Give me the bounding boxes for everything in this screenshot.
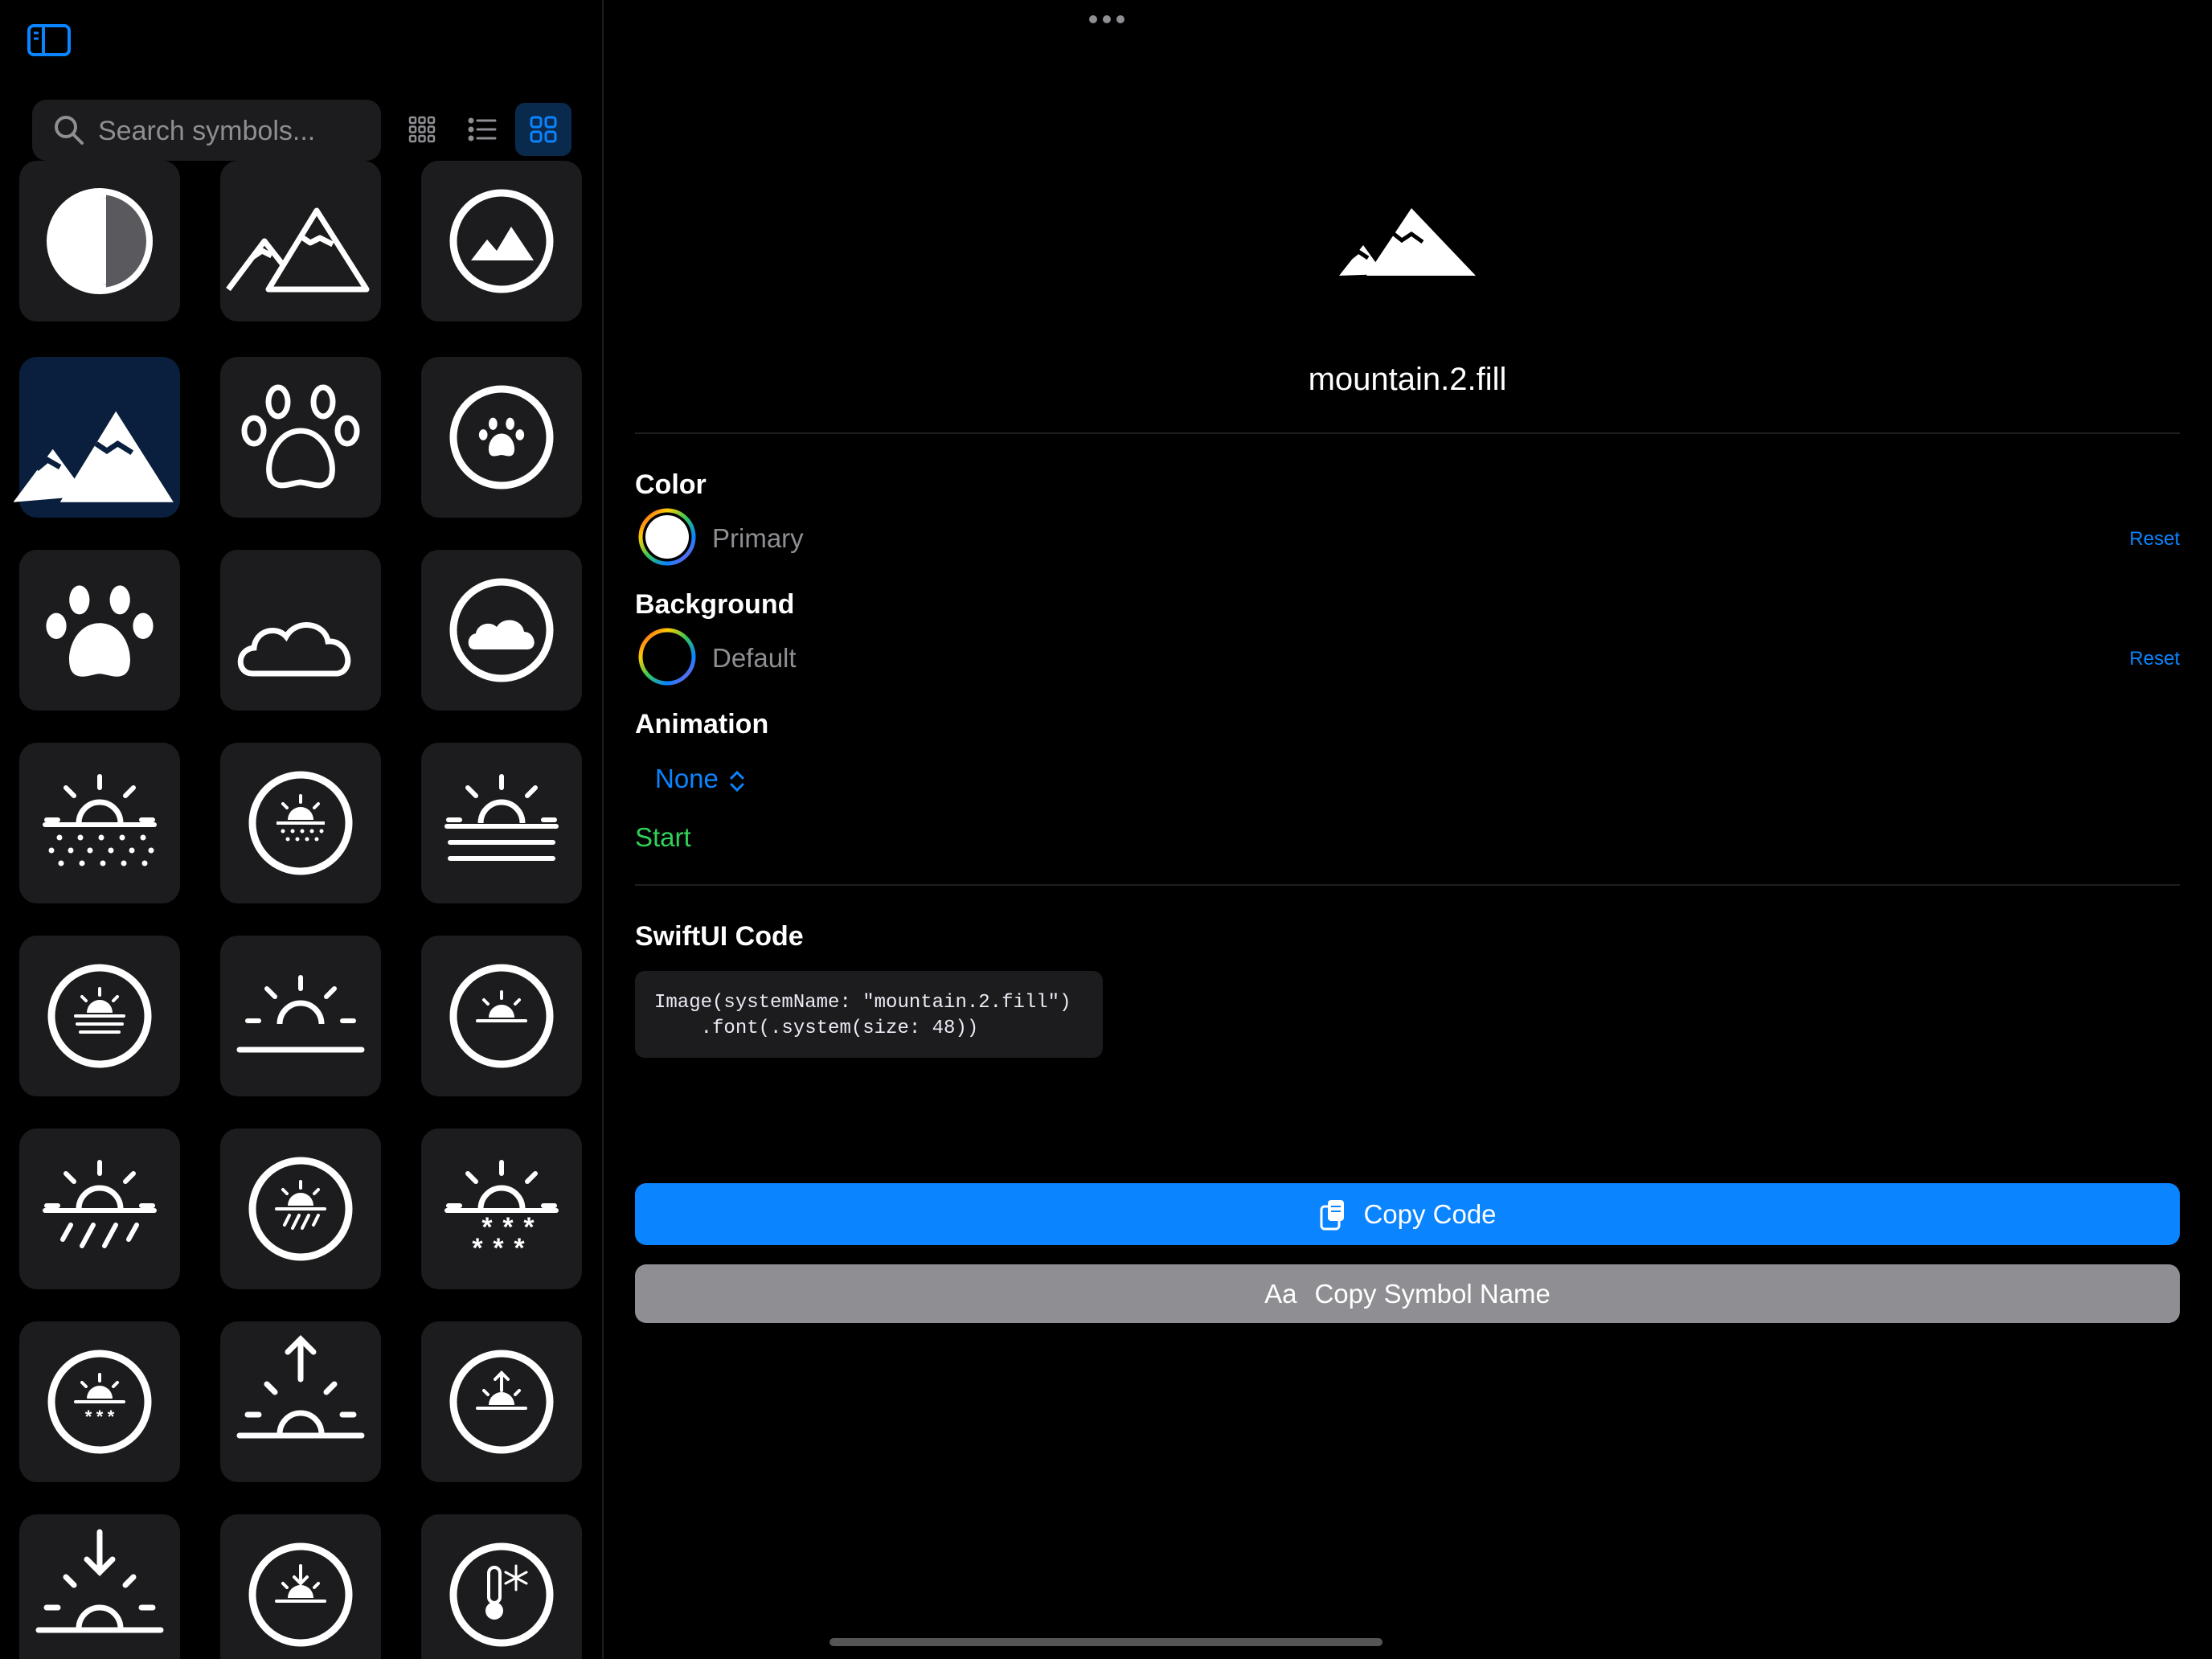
symbol-tile[interactable] [421, 357, 582, 518]
symbol-tile[interactable] [19, 936, 180, 1096]
home-indicator [830, 1638, 1382, 1646]
sidebar-toggle-icon[interactable] [27, 24, 71, 56]
symbol-tile[interactable] [19, 1514, 180, 1659]
pawprint-circle-fill-icon [449, 385, 554, 490]
symbol-tile[interactable]: * * * * * * [421, 1129, 582, 1289]
symbol-tile[interactable] [421, 161, 582, 322]
sun-dust-circle-icon [248, 771, 353, 875]
symbol-tile[interactable] [421, 936, 582, 1096]
sun-rain-icon [43, 1129, 157, 1248]
symbol-name-title: mountain.2.fill [1308, 362, 1507, 397]
sidebar: *** *** *** [0, 0, 604, 1659]
sun-haze-circle-icon [47, 964, 152, 1068]
svg-text:*: * [481, 1212, 493, 1243]
svg-text:*: * [502, 1212, 514, 1243]
svg-text:*: * [96, 1407, 104, 1427]
symbol-tile[interactable] [19, 161, 180, 322]
preview-mountain-2-fill-icon [1339, 208, 1476, 276]
color-value: Primary [712, 523, 804, 553]
symbol-tile[interactable]: * * * [19, 1321, 180, 1482]
symbol-tile[interactable] [421, 1321, 582, 1482]
sun-snow-circle-icon: * * * [47, 1350, 152, 1454]
symbol-tile[interactable] [220, 743, 381, 903]
sunrise-circle-icon [449, 1350, 554, 1454]
copy-symbol-name-button[interactable]: Aa Copy Symbol Name [635, 1264, 2180, 1323]
sun-horizon-circle-icon [449, 964, 554, 1068]
list-icon [468, 117, 497, 141]
sun-rain-circle-icon [248, 1157, 353, 1261]
symbol-tile[interactable] [421, 743, 582, 903]
svg-text:*: * [523, 1212, 535, 1243]
sun-dust-icon [43, 743, 157, 866]
symbol-tile[interactable] [220, 1514, 381, 1659]
background-label: Background [635, 589, 795, 620]
symbol-tile[interactable] [421, 1514, 582, 1659]
background-value: Default [712, 643, 797, 673]
search-input[interactable] [96, 109, 373, 153]
small-grid-view-button[interactable] [394, 103, 450, 156]
large-grid-icon [530, 116, 557, 143]
symbol-tile[interactable] [220, 936, 381, 1096]
divider [635, 884, 2180, 886]
symbol-tile[interactable] [19, 550, 180, 711]
animation-label: Animation [635, 709, 769, 739]
symbol-tile[interactable] [19, 743, 180, 903]
symbol-tile[interactable] [19, 1129, 180, 1289]
sun-horizon-icon [236, 936, 365, 1053]
sunset-circle-icon [248, 1542, 353, 1647]
copy-code-label: Copy Code [1363, 1198, 1497, 1229]
pawprint-icon [220, 357, 381, 518]
swiftui-code-label: SwiftUI Code [635, 921, 804, 952]
svg-text:*: * [472, 1233, 483, 1264]
pawprint-fill-icon [46, 585, 154, 677]
symbol-tile-selected[interactable] [19, 357, 180, 518]
symbol-tile[interactable] [220, 1321, 381, 1482]
mountain-2-fill-icon [19, 357, 180, 518]
symbol-tile[interactable] [220, 357, 381, 518]
background-picker-swatch[interactable] [638, 628, 696, 686]
code-snippet: Image(systemName: "mountain.2.fill") .fo… [635, 971, 1103, 1058]
sunset-icon [35, 1529, 164, 1633]
background-reset-button[interactable]: Reset [2129, 648, 2180, 670]
thermometer-snowflake-circle-icon [449, 1542, 554, 1647]
chevron-up-down-icon[interactable] [728, 769, 746, 793]
more-dots-icon[interactable] [1087, 10, 1127, 29]
svg-text:*: * [493, 1233, 504, 1264]
symbol-grid: * * * * * * * * * [0, 161, 602, 1659]
sunrise-icon [236, 1335, 365, 1439]
svg-text:*: * [514, 1233, 525, 1264]
search-icon [55, 116, 84, 145]
color-reset-button[interactable]: Reset [2129, 528, 2180, 551]
cloud-circle-fill-icon [449, 578, 554, 682]
symbol-tile[interactable] [220, 161, 381, 322]
symbol-tile[interactable] [421, 550, 582, 711]
svg-text:*: * [108, 1407, 115, 1427]
color-label: Color [635, 469, 707, 500]
copy-doc-icon [1320, 1199, 1345, 1230]
mountain-2-icon [220, 161, 381, 322]
symbol-tile[interactable] [220, 1129, 381, 1289]
search-box[interactable] [32, 100, 381, 161]
code-text: Image(systemName: "mountain.2.fill") .fo… [654, 992, 1071, 1039]
svg-text:*: * [85, 1407, 92, 1427]
sun-haze-icon [444, 743, 559, 861]
animation-picker[interactable]: None [655, 764, 719, 794]
small-grid-icon [408, 116, 436, 143]
copy-symbol-name-label: Copy Symbol Name [1314, 1278, 1550, 1309]
divider [635, 432, 2180, 434]
list-view-button[interactable] [454, 103, 510, 156]
symbol-tile[interactable] [220, 550, 381, 711]
moon-half-icon [47, 188, 153, 294]
sun-snow-icon: * * * * * * [444, 1129, 559, 1264]
start-animation-button[interactable]: Start [635, 822, 691, 853]
mountain-circle-icon [449, 189, 554, 293]
cloud-2-icon [220, 550, 381, 711]
color-picker-swatch[interactable] [638, 508, 696, 566]
text-format-icon: Aa [1264, 1278, 1297, 1309]
large-grid-view-button[interactable] [515, 103, 571, 156]
copy-code-button[interactable]: Copy Code [635, 1183, 2180, 1245]
